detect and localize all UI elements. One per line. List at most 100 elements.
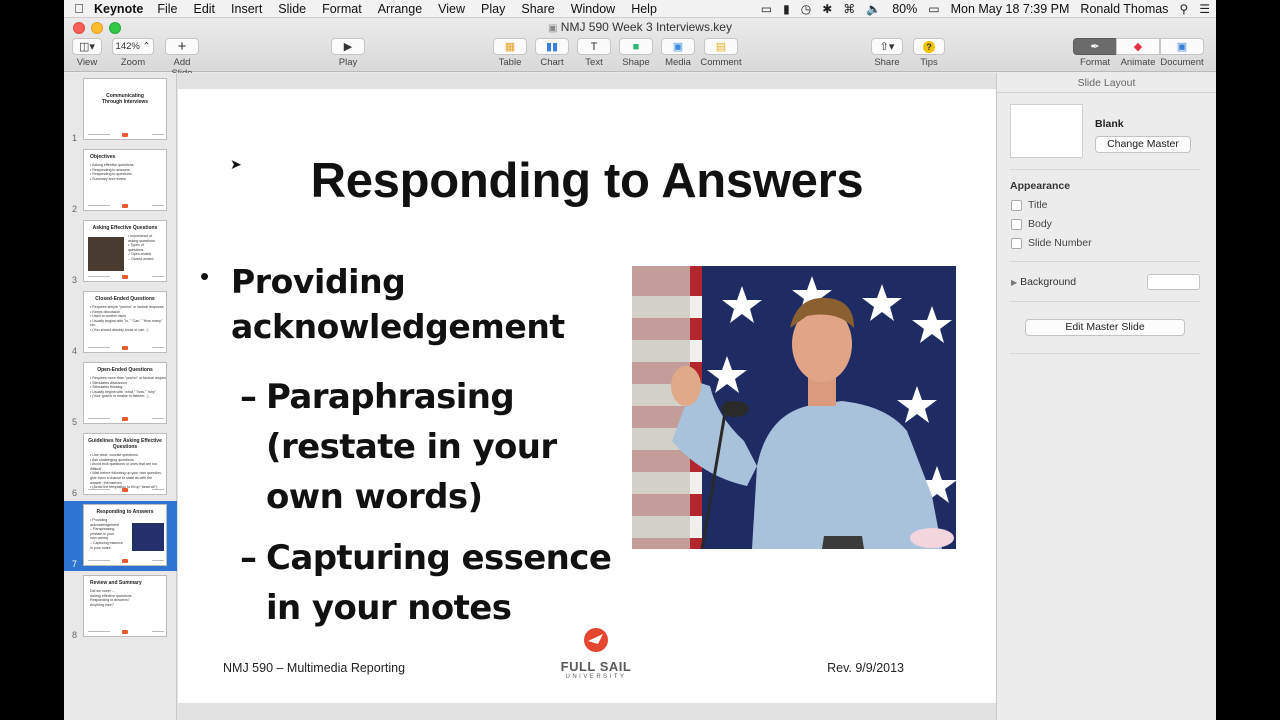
background-disclosure[interactable]: ▶ Background bbox=[1011, 276, 1076, 288]
sub-bullet-text: Paraphrasing (restate in your own words) bbox=[266, 377, 557, 517]
menu-view[interactable]: View bbox=[438, 2, 465, 16]
slide-thumbnail-4[interactable]: 4 Closed-Ended Questions • Requires simple… bbox=[64, 288, 177, 358]
battery-icon[interactable]: ▭ bbox=[928, 2, 939, 16]
app-menu[interactable]: Keynote bbox=[94, 2, 143, 16]
layout-thumbnail bbox=[1010, 104, 1083, 158]
thumbnail-footer-mark bbox=[152, 347, 164, 348]
slide-thumbnail-image: Guidelines for Asking Effective Question… bbox=[83, 433, 167, 495]
time-machine-icon[interactable]: ◷ bbox=[801, 2, 811, 16]
slide-number: 7 bbox=[72, 559, 78, 569]
slide-thumbnail-8[interactable]: 8 Review and Summary Did we cover ... Aski… bbox=[64, 572, 177, 642]
body-checkbox-row[interactable]: Body bbox=[1011, 218, 1052, 230]
zoom-value: 142% bbox=[115, 41, 140, 52]
thumbnail-footer bbox=[84, 417, 166, 421]
sub-bullet-paraphrasing[interactable]: – Paraphrasing (restate in your own words… bbox=[240, 372, 626, 522]
thumbnail-footer bbox=[84, 559, 166, 563]
change-master-button[interactable]: Change Master bbox=[1095, 136, 1191, 153]
view-button[interactable]: ◫▾ View bbox=[72, 38, 102, 68]
thumbnail-footer-mark bbox=[122, 204, 128, 208]
tips-button[interactable]: ? Tips bbox=[912, 38, 946, 68]
chart-button[interactable]: ▮▮ Chart bbox=[534, 38, 570, 68]
media-button[interactable]: ▣ Media bbox=[660, 38, 696, 68]
notification-center-icon[interactable]: ☰ bbox=[1199, 2, 1210, 16]
battery-menu-icon[interactable]: ▮ bbox=[783, 2, 790, 16]
play-button[interactable]: ▶ Play bbox=[330, 38, 366, 68]
bluetooth-icon[interactable]: ✱ bbox=[822, 2, 832, 16]
thumbnail-body: Did we cover ... Asking effective questi… bbox=[90, 589, 166, 607]
menu-slide[interactable]: Slide bbox=[278, 2, 306, 16]
menu-help[interactable]: Help bbox=[631, 2, 657, 16]
speaker-photo[interactable] bbox=[632, 266, 956, 549]
user-name[interactable]: Ronald Thomas bbox=[1080, 2, 1168, 16]
thumbnail-footer-mark bbox=[88, 347, 110, 348]
body-checkbox-label: Body bbox=[1028, 218, 1052, 230]
view-icon: ◫▾ bbox=[72, 38, 102, 55]
thumbnail-line: – Closed-ended bbox=[128, 256, 154, 261]
title-checkbox[interactable] bbox=[1011, 199, 1022, 211]
menu-insert[interactable]: Insert bbox=[231, 2, 262, 16]
format-button[interactable]: ✒ Format bbox=[1073, 38, 1117, 68]
sub-bullet-dash: – bbox=[240, 538, 257, 578]
table-button[interactable]: ▦ Table bbox=[492, 38, 528, 68]
menu-format[interactable]: Format bbox=[322, 2, 362, 16]
slide-thumbnail-5[interactable]: 5 Open-Ended Questions • Requires more tha… bbox=[64, 359, 177, 429]
zoom-select: 142% ⌃ bbox=[112, 38, 154, 55]
menu-share[interactable]: Share bbox=[521, 2, 554, 16]
slide-thumbnail-2[interactable]: 2 Objectives • Asking effective questions •… bbox=[64, 146, 177, 216]
slide-number: 3 bbox=[72, 275, 78, 285]
slide-number-checkbox-row[interactable]: Slide Number bbox=[1011, 237, 1092, 249]
background-color-well[interactable] bbox=[1147, 274, 1200, 290]
window-toolbar: ▣ NMJ 590 Week 3 Interviews.key ◫▾ View … bbox=[64, 18, 1216, 79]
body-checkbox[interactable] bbox=[1011, 218, 1022, 230]
animate-label: Animate bbox=[1120, 57, 1156, 68]
thumbnail-line: • Requires more than "yes/no" or factual… bbox=[90, 376, 167, 380]
airplay-icon[interactable]: ▭ bbox=[761, 2, 772, 16]
slide-thumbnail-7[interactable]: 7 Responding to Answers • Providing acknow… bbox=[64, 501, 177, 571]
menu-window[interactable]: Window bbox=[571, 2, 615, 16]
sub-bullet-text: Capturing essence in your notes bbox=[266, 538, 612, 628]
bullet-providing-acknowledgement[interactable]: Providing acknowledgement bbox=[231, 259, 601, 349]
thumbnail-footer-mark bbox=[122, 559, 128, 563]
keynote-app:  Keynote File Edit Insert Slide Format … bbox=[64, 0, 1216, 720]
slide-thumbnail-6[interactable]: 6 Guidelines for Asking Effective Questio… bbox=[64, 430, 177, 500]
animate-button[interactable]: ◆ Animate bbox=[1116, 38, 1160, 68]
battery-percent[interactable]: 80% bbox=[892, 2, 917, 16]
tips-icon: ? bbox=[913, 38, 945, 55]
document-button[interactable]: ▣ Document bbox=[1159, 38, 1205, 68]
menu-file[interactable]: File bbox=[157, 2, 177, 16]
wifi-icon[interactable]: ⌘ bbox=[843, 2, 855, 16]
slide-thumbnail-1[interactable]: 1 Communicating Through Interviews bbox=[64, 75, 177, 145]
menu-arrange[interactable]: Arrange bbox=[378, 2, 422, 16]
shape-button[interactable]: ■ Shape bbox=[618, 38, 654, 68]
slide-thumbnail-image: Objectives • Asking effective questions • … bbox=[83, 149, 167, 211]
thumbnail-footer-mark bbox=[122, 133, 128, 137]
slide-number-checkbox[interactable] bbox=[1011, 237, 1022, 249]
thumbnail-line: • (Your goal is to enable to listener...… bbox=[90, 394, 149, 399]
thumbnail-footer-mark bbox=[88, 489, 110, 490]
apple-menu-icon[interactable]:  bbox=[64, 1, 94, 16]
text-button[interactable]: T Text bbox=[576, 38, 612, 68]
menu-edit[interactable]: Edit bbox=[193, 2, 215, 16]
slide-canvas[interactable]: Responding to Answers • Providing acknow… bbox=[178, 89, 996, 703]
share-button[interactable]: ⇧▾ Share bbox=[870, 38, 904, 68]
chart-label: Chart bbox=[540, 57, 564, 68]
disclosure-triangle-icon: ▶ bbox=[1011, 278, 1018, 287]
slide-number: 6 bbox=[72, 488, 78, 498]
title-checkbox-row[interactable]: Title bbox=[1011, 199, 1047, 211]
comment-button[interactable]: ▤ Comment bbox=[700, 38, 742, 68]
footer-revision: Rev. 9/9/2013 bbox=[827, 661, 904, 675]
menu-bar:  Keynote File Edit Insert Slide Format … bbox=[64, 0, 1216, 18]
sub-bullet-capturing-essence[interactable]: – Capturing essence in your notes bbox=[240, 533, 626, 633]
edit-master-slide-button[interactable]: Edit Master Slide bbox=[1025, 319, 1185, 336]
slide-thumbnail-3[interactable]: 3 Asking Effective Questions • Importance … bbox=[64, 217, 177, 287]
thumbnail-footer-mark bbox=[88, 418, 110, 419]
paintbrush-icon: ✒ bbox=[1073, 38, 1117, 55]
thumbnail-footer-mark bbox=[122, 630, 128, 634]
zoom-button[interactable]: 142% ⌃ Zoom bbox=[112, 38, 154, 68]
menu-play[interactable]: Play bbox=[481, 2, 505, 16]
volume-icon[interactable]: 🔈 bbox=[866, 2, 881, 16]
slide-title[interactable]: Responding to Answers bbox=[178, 153, 996, 209]
clock[interactable]: Mon May 18 7:39 PM bbox=[951, 2, 1070, 16]
spotlight-icon[interactable]: ⚲ bbox=[1179, 2, 1188, 16]
shape-label: Shape bbox=[622, 57, 650, 68]
